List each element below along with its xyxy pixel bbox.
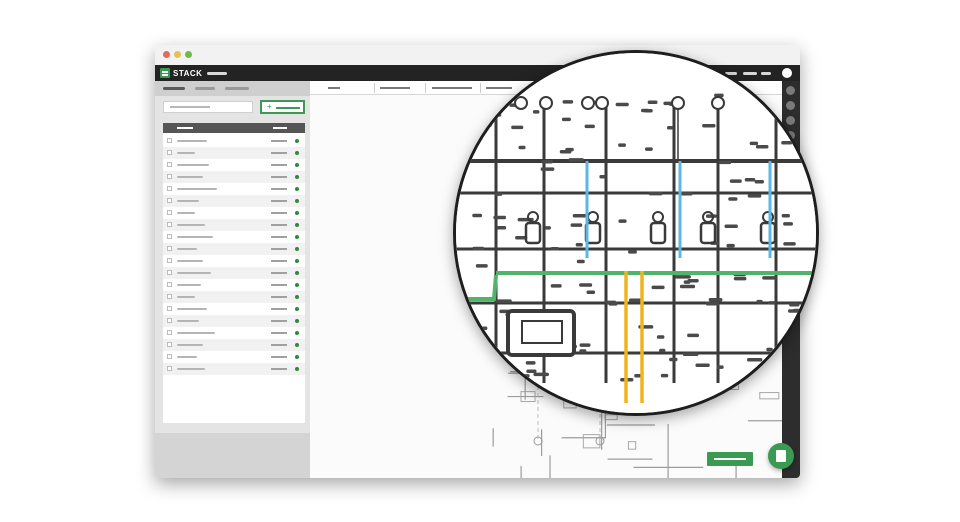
status-dot-icon bbox=[295, 355, 299, 359]
row-checkbox[interactable] bbox=[167, 366, 172, 371]
app-logo[interactable]: STACK bbox=[160, 67, 202, 79]
row-checkbox[interactable] bbox=[167, 222, 172, 227]
list-item[interactable] bbox=[163, 315, 305, 327]
status-dot-icon bbox=[295, 367, 299, 371]
logo-text: STACK bbox=[173, 68, 203, 78]
row-checkbox[interactable] bbox=[167, 150, 172, 155]
row-checkbox[interactable] bbox=[167, 354, 172, 359]
sidebar-tabs bbox=[155, 81, 310, 96]
status-dot-icon bbox=[295, 163, 299, 167]
tab-takeoffs[interactable] bbox=[195, 87, 215, 90]
magnifier-lens bbox=[453, 50, 819, 416]
tab-plans[interactable] bbox=[163, 87, 185, 90]
row-checkbox[interactable] bbox=[167, 318, 172, 323]
list-item[interactable] bbox=[163, 363, 305, 375]
list-item[interactable] bbox=[163, 279, 305, 291]
row-checkbox[interactable] bbox=[167, 294, 172, 299]
list-item[interactable] bbox=[163, 243, 305, 255]
stack-logo-icon bbox=[160, 68, 170, 78]
header-nav-item[interactable] bbox=[207, 72, 227, 75]
status-dot-icon bbox=[295, 139, 299, 143]
row-checkbox[interactable] bbox=[167, 198, 172, 203]
header-nav-item[interactable] bbox=[743, 72, 757, 75]
tab-conditions[interactable] bbox=[225, 87, 249, 90]
list-item[interactable] bbox=[163, 255, 305, 267]
list-item[interactable] bbox=[163, 291, 305, 303]
status-dot-icon bbox=[295, 199, 299, 203]
search-input[interactable] bbox=[163, 101, 253, 113]
row-checkbox[interactable] bbox=[167, 234, 172, 239]
status-dot-icon bbox=[295, 319, 299, 323]
list-item[interactable] bbox=[163, 351, 305, 363]
fab-button[interactable] bbox=[768, 443, 794, 469]
list-item[interactable] bbox=[163, 267, 305, 279]
row-checkbox[interactable] bbox=[167, 174, 172, 179]
plus-icon: + bbox=[267, 102, 272, 111]
maximize-window-icon[interactable] bbox=[185, 51, 192, 58]
list-item[interactable] bbox=[163, 327, 305, 339]
status-dot-icon bbox=[295, 307, 299, 311]
list-item[interactable] bbox=[163, 135, 305, 147]
status-dot-icon bbox=[295, 175, 299, 179]
row-checkbox[interactable] bbox=[167, 330, 172, 335]
list-header bbox=[163, 123, 305, 133]
sidebar: + bbox=[155, 81, 310, 478]
row-checkbox[interactable] bbox=[167, 306, 172, 311]
status-dot-icon bbox=[295, 259, 299, 263]
tool-icon[interactable] bbox=[786, 101, 795, 110]
tool-icon[interactable] bbox=[786, 86, 795, 95]
row-checkbox[interactable] bbox=[167, 186, 172, 191]
close-window-icon[interactable] bbox=[163, 51, 170, 58]
status-dot-icon bbox=[295, 235, 299, 239]
status-dot-icon bbox=[295, 187, 299, 191]
list-item[interactable] bbox=[163, 231, 305, 243]
status-dot-icon bbox=[295, 343, 299, 347]
status-button[interactable] bbox=[707, 452, 753, 466]
list-item[interactable] bbox=[163, 195, 305, 207]
list-item[interactable] bbox=[163, 207, 305, 219]
list-item[interactable] bbox=[163, 303, 305, 315]
status-dot-icon bbox=[295, 271, 299, 275]
status-dot-icon bbox=[295, 295, 299, 299]
tool-icon[interactable] bbox=[786, 116, 795, 125]
status-dot-icon bbox=[295, 151, 299, 155]
list-item[interactable] bbox=[163, 183, 305, 195]
header-nav-item[interactable] bbox=[761, 72, 771, 75]
list-item[interactable] bbox=[163, 147, 305, 159]
list-item[interactable] bbox=[163, 339, 305, 351]
status-dot-icon bbox=[295, 247, 299, 251]
status-dot-icon bbox=[295, 211, 299, 215]
list-item[interactable] bbox=[163, 219, 305, 231]
status-dot-icon bbox=[295, 223, 299, 227]
row-checkbox[interactable] bbox=[167, 246, 172, 251]
row-checkbox[interactable] bbox=[167, 138, 172, 143]
status-dot-icon bbox=[295, 331, 299, 335]
conditions-list bbox=[163, 123, 305, 423]
avatar[interactable] bbox=[782, 68, 792, 78]
magnified-plan-detail bbox=[456, 53, 816, 413]
row-checkbox[interactable] bbox=[167, 342, 172, 347]
add-button[interactable]: + bbox=[260, 100, 305, 114]
row-checkbox[interactable] bbox=[167, 258, 172, 263]
row-checkbox[interactable] bbox=[167, 210, 172, 215]
list-item[interactable] bbox=[163, 171, 305, 183]
row-checkbox[interactable] bbox=[167, 270, 172, 275]
sidebar-footer-panel bbox=[155, 433, 310, 478]
minimize-window-icon[interactable] bbox=[174, 51, 181, 58]
list-item[interactable] bbox=[163, 159, 305, 171]
status-dot-icon bbox=[295, 283, 299, 287]
row-checkbox[interactable] bbox=[167, 282, 172, 287]
document-icon bbox=[776, 450, 786, 462]
row-checkbox[interactable] bbox=[167, 162, 172, 167]
